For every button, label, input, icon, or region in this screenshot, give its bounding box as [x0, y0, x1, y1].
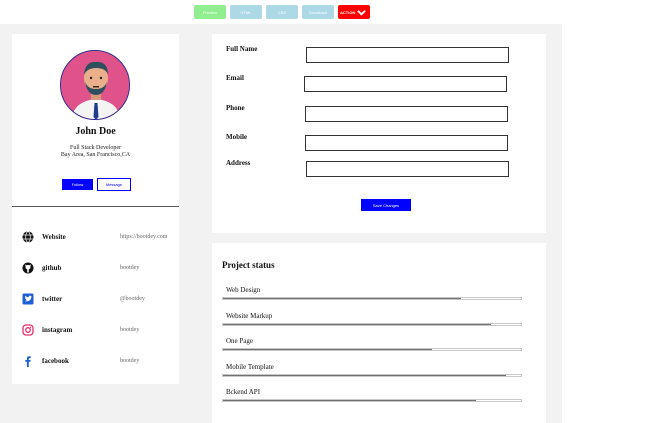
progress-label: Mobile Template [226, 362, 274, 371]
form-row-full-name: Full Name [226, 45, 516, 63]
avatar-illustration [61, 51, 129, 119]
social-row-twitter[interactable]: twitter @bootdey [22, 291, 179, 307]
top-toolbar: Preview HTML CSS Donwload ACTION [194, 5, 370, 19]
action-dropdown-button[interactable]: ACTION [338, 5, 370, 19]
avatar [60, 50, 130, 120]
social-value[interactable]: bootdey [120, 327, 139, 333]
progress-item: One Page [222, 337, 522, 351]
divider [12, 206, 179, 207]
profile-location: Bay Area, San Francisco,CA [60, 152, 131, 158]
form-row-mobile: Mobile [226, 133, 516, 151]
social-label: github [42, 264, 62, 272]
progress-track [222, 348, 522, 351]
progress-fill [223, 349, 432, 350]
full-name-label: Full Name [226, 45, 258, 53]
social-row-facebook[interactable]: facebook bootdey [22, 353, 179, 369]
address-label: Address [226, 159, 251, 167]
social-value[interactable]: https://bootdey.com [120, 234, 167, 240]
progress-item: Mobile Template [222, 362, 522, 377]
preview-button[interactable]: Preview [194, 5, 226, 19]
mobile-input[interactable] [305, 135, 508, 151]
phone-label: Phone [226, 104, 245, 112]
progress-label: Bckend API [226, 388, 261, 396]
form-row-email: Email [226, 74, 516, 92]
form-row-address: Address [226, 159, 516, 177]
progress-fill [223, 400, 477, 401]
save-changes-button[interactable]: Save Changes [361, 199, 411, 211]
social-label: Website [42, 233, 66, 241]
full-name-input[interactable] [306, 47, 509, 63]
profile-card: John Doe Full Stack Developer Bay Area, … [12, 34, 179, 384]
progress-fill [223, 323, 492, 325]
globe-icon [22, 231, 34, 243]
github-icon [22, 262, 34, 274]
email-input[interactable] [304, 76, 507, 92]
form-row-phone: Phone [226, 104, 516, 122]
message-button[interactable]: Message [97, 178, 131, 191]
progress-item: Website Markup [222, 311, 522, 326]
progress-track [222, 297, 522, 300]
profile-role: Full Stack Developer [70, 145, 121, 151]
follow-button[interactable]: Follow [62, 179, 93, 190]
action-label: ACTION [340, 9, 356, 15]
facebook-icon [25, 356, 31, 367]
instagram-icon [22, 324, 34, 336]
social-row-github[interactable]: github bootdey [22, 260, 179, 276]
social-label: instagram [42, 326, 73, 334]
phone-input[interactable] [305, 106, 508, 122]
css-button[interactable]: CSS [266, 5, 298, 19]
address-input[interactable] [306, 161, 509, 177]
email-label: Email [226, 74, 244, 82]
social-label: twitter [42, 295, 63, 303]
social-value[interactable]: @bootdey [120, 296, 145, 302]
social-value[interactable]: bootdey [120, 358, 139, 364]
social-row-website[interactable]: Website https://bootdey.com [22, 229, 179, 245]
progress-track [222, 322, 522, 326]
project-status-card: Project status Web Design Website Markup O… [212, 243, 546, 423]
progress-item: Bckend API [222, 388, 522, 402]
html-button[interactable]: HTML [230, 5, 262, 19]
social-value[interactable]: bootdey [120, 265, 139, 271]
progress-fill [223, 374, 507, 376]
profile-form-card: Full Name Email Phone Mobile Address Sav… [212, 34, 546, 233]
download-button[interactable]: Donwload [302, 5, 334, 19]
social-row-instagram[interactable]: instagram bootdey [22, 322, 179, 338]
progress-label: Web Design [226, 286, 261, 294]
progress-label: Website Markup [226, 311, 273, 320]
progress-track [222, 373, 522, 377]
project-status-title: Project status [222, 260, 275, 270]
progress-item: Web Design [222, 286, 522, 300]
twitter-icon [22, 293, 34, 305]
progress-fill [223, 298, 462, 299]
mobile-label: Mobile [226, 133, 247, 141]
progress-label: One Page [226, 337, 254, 345]
social-label: facebook [42, 357, 69, 365]
profile-name: John Doe [75, 126, 116, 137]
chevron-down-icon [357, 9, 367, 16]
progress-track [222, 399, 522, 402]
